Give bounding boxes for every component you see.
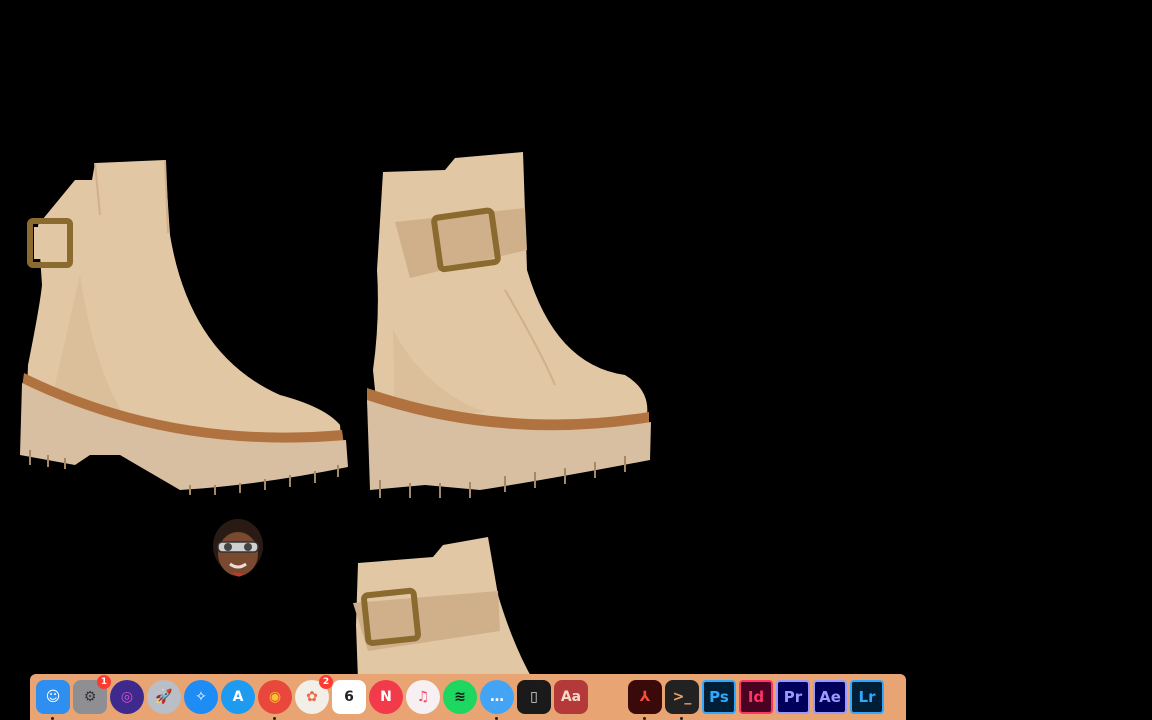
photos-icon[interactable]: ✿ 2 — [295, 675, 333, 714]
messages-icon[interactable]: … — [480, 680, 514, 720]
dictionary-icon[interactable]: Aa — [554, 680, 588, 714]
terminal-icon[interactable]: >_ — [665, 680, 699, 720]
desktop-image-boot-angle — [367, 152, 651, 498]
music-glyph: ♫ — [416, 689, 430, 705]
phone-icon[interactable]: ▯ — [517, 680, 551, 714]
after-effects-icon[interactable]: Ae — [813, 680, 847, 714]
indesign-icon[interactable]: Id — [739, 680, 773, 714]
launchpad-glyph: 🚀 — [155, 689, 173, 705]
safari-icon[interactable]: ✧ — [184, 680, 218, 714]
chrome-glyph: ◉ — [268, 689, 282, 705]
messages-glyph: … — [490, 689, 504, 705]
spotify-glyph: ≋ — [454, 689, 466, 705]
calendar-glyph: 6 — [344, 689, 354, 705]
app-store-icon[interactable]: A — [221, 680, 255, 714]
finder-glyph: ☺ — [45, 689, 61, 705]
photoshop-glyph: Ps — [709, 687, 729, 706]
phone-glyph: ▯ — [530, 689, 538, 705]
lightroom-glyph: Lr — [858, 687, 876, 706]
safari-glyph: ✧ — [195, 689, 207, 705]
spotify-icon[interactable]: ≋ — [443, 680, 477, 714]
premiere-glyph: Pr — [783, 687, 803, 706]
dock: ☺ ⚙ 1 ◎ 🚀 ✧ A ◉ ✿ 2 6 N ♫ ≋… ▯ Aa ⅄ >_ Ps Id Pr Ae Lr — [30, 674, 906, 720]
acrobat-icon[interactable]: ⅄ — [628, 680, 662, 720]
dictionary-glyph: Aa — [560, 689, 582, 705]
calendar-icon[interactable]: 6 — [332, 680, 366, 714]
lightroom-icon[interactable]: Lr — [850, 680, 884, 714]
desktop-image-boot-partial — [353, 537, 533, 680]
indesign-glyph: Id — [747, 687, 765, 706]
siri-glyph: ◎ — [120, 689, 134, 705]
news-glyph: N — [380, 689, 392, 705]
system-preferences-glyph: ⚙ — [83, 689, 97, 705]
acrobat-glyph: ⅄ — [639, 689, 651, 705]
app-store-glyph: A — [232, 689, 244, 705]
desktop-image-boot-side — [20, 159, 348, 495]
terminal-glyph: >_ — [672, 689, 692, 705]
premiere-icon[interactable]: Pr — [776, 680, 810, 714]
avatar-sticker[interactable] — [210, 516, 266, 582]
launchpad-icon[interactable]: 🚀 — [147, 680, 181, 714]
notification-badge: 2 — [319, 675, 333, 689]
finder-icon[interactable]: ☺ — [36, 680, 70, 720]
notification-badge: 1 — [97, 675, 111, 689]
siri-icon[interactable]: ◎ — [110, 680, 144, 714]
blank-app-icon[interactable] — [591, 680, 625, 714]
after-effects-glyph: Ae — [819, 687, 841, 706]
music-icon[interactable]: ♫ — [406, 680, 440, 714]
system-preferences-icon[interactable]: ⚙ 1 — [73, 675, 111, 714]
desktop: ☺ ⚙ 1 ◎ 🚀 ✧ A ◉ ✿ 2 6 N ♫ ≋… ▯ Aa ⅄ >_ Ps Id Pr Ae Lr — [0, 0, 1152, 720]
photoshop-icon[interactable]: Ps — [702, 680, 736, 714]
photos-glyph: ✿ — [306, 689, 318, 705]
chrome-icon[interactable]: ◉ — [258, 680, 292, 720]
news-icon[interactable]: N — [369, 680, 403, 714]
